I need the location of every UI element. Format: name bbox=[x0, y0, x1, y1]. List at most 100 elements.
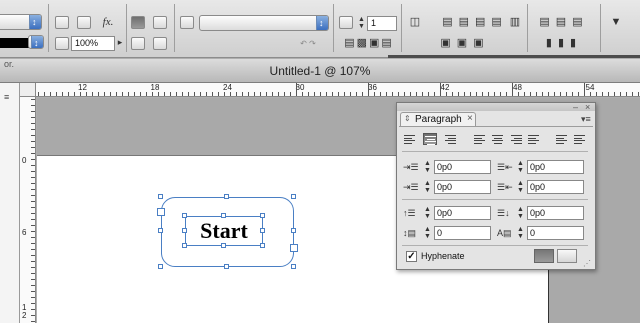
text-wrap-icon[interactable]: ◫ bbox=[406, 16, 424, 29]
drop-cap-lines-stepper[interactable]: ▲ ▼ bbox=[423, 226, 432, 240]
selection-handle[interactable] bbox=[291, 194, 296, 199]
tab-close-icon[interactable]: × bbox=[467, 113, 473, 124]
ruler-tick bbox=[68, 92, 69, 96]
space-before-field[interactable]: 0p0 bbox=[434, 206, 491, 220]
justify-all-button[interactable] bbox=[527, 133, 541, 145]
space-after-stepper[interactable]: ▲ ▼ bbox=[516, 206, 525, 220]
space-after-field[interactable]: 0p0 bbox=[527, 206, 584, 220]
corner-option-handle[interactable] bbox=[290, 244, 298, 252]
panel-collapse-icon[interactable]: – bbox=[573, 102, 578, 112]
document-title-bar[interactable]: Untitled-1 @ 107% or. bbox=[0, 59, 640, 83]
align-center-button[interactable] bbox=[423, 133, 437, 145]
panel-options-menu-icon[interactable]: ▾≡ bbox=[581, 114, 591, 125]
fit-content-icon[interactable] bbox=[153, 16, 167, 29]
opacity-arrow-icon[interactable]: ▸ bbox=[116, 36, 124, 49]
ruler-tick bbox=[80, 92, 81, 96]
left-indent-field[interactable]: 0p0 bbox=[434, 160, 491, 174]
ruler-tick bbox=[518, 92, 519, 96]
vertical-ruler[interactable]: 0 6 1 2 bbox=[20, 97, 36, 323]
drop-cap-chars-stepper[interactable]: ▲ ▼ bbox=[516, 226, 525, 240]
distribute-spacing-icons[interactable]: ▮▮▮ bbox=[532, 37, 596, 50]
opacity-field[interactable]: 100% bbox=[71, 36, 115, 51]
ruler-tick bbox=[31, 303, 35, 304]
ruler-tick bbox=[134, 92, 135, 96]
first-line-indent-stepper[interactable]: ▲ ▼ bbox=[423, 180, 432, 194]
ruler-origin[interactable] bbox=[20, 83, 36, 97]
ruler-tick bbox=[266, 92, 267, 96]
selection-handle[interactable] bbox=[291, 264, 296, 269]
drop-cap-chars-field[interactable]: 0 bbox=[527, 226, 584, 240]
opacity-icon[interactable] bbox=[55, 37, 69, 50]
panel-menu-lines-icon[interactable]: ≡ bbox=[4, 92, 9, 102]
selection-handle[interactable] bbox=[221, 243, 226, 248]
object-style-dropdown[interactable] bbox=[199, 15, 329, 31]
corner-option-handle[interactable] bbox=[157, 208, 165, 216]
clear-overrides-icon[interactable]: ↶ ↷ bbox=[290, 37, 326, 50]
line-glyph bbox=[492, 140, 503, 141]
columns-stepper[interactable]: ▲ ▼ bbox=[357, 16, 366, 30]
selection-handle[interactable] bbox=[224, 194, 229, 199]
selection-handle[interactable] bbox=[182, 213, 187, 218]
line-glyph bbox=[445, 140, 456, 141]
effects-fx-button[interactable]: fx. bbox=[96, 16, 120, 29]
selection-handle[interactable] bbox=[158, 228, 163, 233]
selection-handle[interactable] bbox=[158, 264, 163, 269]
drop-shadow-icon[interactable] bbox=[77, 16, 91, 29]
first-line-indent-field[interactable]: 0p0 bbox=[434, 180, 491, 194]
selection-handle[interactable] bbox=[158, 194, 163, 199]
fill-frame-icon[interactable] bbox=[131, 37, 145, 50]
font-style-dropdown[interactable] bbox=[0, 14, 42, 30]
left-indent-stepper[interactable]: ▲ ▼ bbox=[423, 160, 432, 174]
align-to-grid-on-button[interactable] bbox=[557, 249, 577, 263]
justify-center-button[interactable] bbox=[491, 133, 505, 145]
right-indent-field[interactable]: 0p0 bbox=[527, 160, 584, 174]
align-left-button[interactable] bbox=[403, 133, 417, 145]
drop-cap-lines-field[interactable]: 0 bbox=[434, 226, 491, 240]
selection-handle[interactable] bbox=[182, 243, 187, 248]
align-to-grid-off-button[interactable] bbox=[534, 249, 554, 263]
vertical-justification-icons[interactable]: ▤▩▣▤ bbox=[340, 37, 398, 50]
panel-close-icon[interactable]: × bbox=[585, 102, 590, 112]
selection-handle[interactable] bbox=[260, 243, 265, 248]
ruler-tick bbox=[326, 92, 327, 96]
distribute-icons[interactable]: ▣▣▣ bbox=[430, 37, 500, 50]
selection-handle[interactable] bbox=[182, 228, 187, 233]
align-bottom-icon[interactable]: ▥ bbox=[506, 16, 524, 29]
ruler-tick bbox=[452, 92, 453, 96]
align-away-spine-button[interactable] bbox=[573, 133, 587, 145]
frame-text: Start bbox=[200, 218, 248, 243]
panel-menu-icon[interactable]: ▼ bbox=[606, 16, 626, 29]
space-before-stepper[interactable]: ▲ ▼ bbox=[423, 206, 432, 220]
justify-left-button[interactable] bbox=[473, 133, 487, 145]
distribute-centers-icons[interactable]: ▤▤▤ bbox=[532, 16, 596, 29]
selection-handle[interactable] bbox=[260, 213, 265, 218]
stroke-weight-dropdown[interactable] bbox=[28, 35, 44, 50]
ruler-tick bbox=[530, 92, 531, 96]
stroke-swatch[interactable] bbox=[0, 38, 30, 48]
align-right-button[interactable] bbox=[443, 133, 457, 145]
columns-field[interactable]: 1 bbox=[367, 16, 397, 31]
justify-right-button[interactable] bbox=[509, 133, 523, 145]
selection-handle[interactable] bbox=[221, 213, 226, 218]
panel-drag-bar[interactable] bbox=[397, 103, 595, 111]
align-towards-spine-button[interactable] bbox=[555, 133, 569, 145]
ruler-tick bbox=[392, 92, 393, 96]
last-line-indent-stepper[interactable]: ▲ ▼ bbox=[516, 180, 525, 194]
selection-handle[interactable] bbox=[260, 228, 265, 233]
hyphenate-checkbox[interactable]: ✓ bbox=[406, 251, 417, 262]
last-line-indent-field[interactable]: 0p0 bbox=[527, 180, 584, 194]
horizontal-ruler[interactable]: 12 18 24 30 36 42 48 54 bbox=[36, 83, 640, 97]
stroke-frame-icon[interactable] bbox=[55, 16, 69, 29]
resize-grip-icon[interactable]: ⋰ bbox=[583, 259, 591, 268]
center-content-icon[interactable] bbox=[153, 37, 167, 50]
ruler-tick bbox=[31, 135, 35, 136]
selection-handle[interactable] bbox=[291, 228, 296, 233]
frame-fitting-icon[interactable] bbox=[131, 16, 145, 29]
ruler-tick bbox=[86, 92, 87, 96]
right-indent-stepper[interactable]: ▲ ▼ bbox=[516, 160, 525, 174]
tab-paragraph[interactable]: ⇕ Paragraph × bbox=[400, 112, 476, 126]
object-style-icon[interactable] bbox=[180, 16, 194, 29]
line-glyph bbox=[574, 140, 585, 141]
ruler-tick bbox=[31, 105, 35, 106]
selection-handle[interactable] bbox=[224, 264, 229, 269]
